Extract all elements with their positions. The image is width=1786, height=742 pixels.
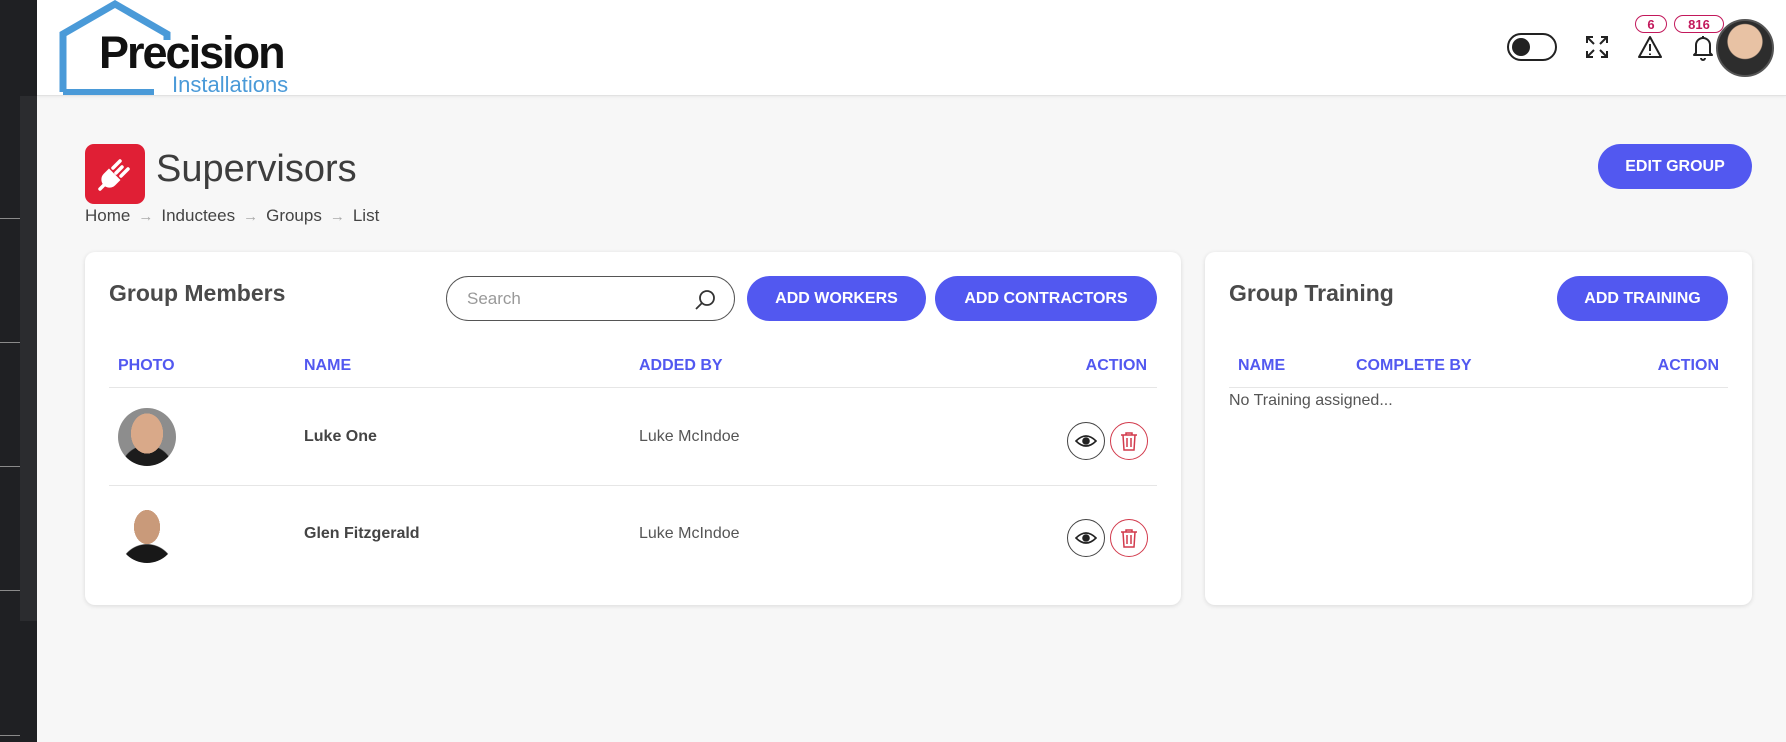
sidebar-divider: [0, 735, 20, 736]
breadcrumb-inductees[interactable]: Inductees: [161, 206, 235, 226]
delete-member-button[interactable]: [1110, 422, 1148, 460]
group-members-title: Group Members: [109, 280, 286, 306]
group-training-title: Group Training: [1229, 280, 1394, 306]
logo-subtitle: Installations: [172, 72, 289, 97]
edit-group-button[interactable]: EDIT GROUP: [1598, 144, 1752, 189]
search-icon[interactable]: [694, 289, 716, 311]
sidebar-divider: [0, 342, 20, 343]
member-name: Luke One: [304, 428, 377, 445]
sidebar: [0, 0, 37, 742]
logo[interactable]: Precision Installations: [59, 0, 289, 96]
member-name: Glen Fitzgerald: [304, 525, 420, 542]
add-training-button[interactable]: ADD TRAINING: [1557, 276, 1728, 321]
sidebar-divider: [0, 466, 20, 467]
add-workers-button[interactable]: ADD WORKERS: [747, 276, 926, 321]
table-row: Luke One Luke McIndoe: [109, 388, 1157, 485]
top-bar: Precision Installations 6 816: [37, 0, 1786, 96]
page-title: Supervisors: [156, 148, 357, 190]
column-header-action[interactable]: ACTION: [1086, 357, 1147, 375]
column-header-action[interactable]: ACTION: [1658, 357, 1719, 375]
member-photo: [118, 505, 176, 563]
sidebar-panel: [20, 96, 37, 621]
member-photo: [118, 408, 176, 466]
toggle-knob: [1512, 38, 1530, 56]
column-header-complete-by[interactable]: COMPLETE BY: [1356, 357, 1472, 375]
arrow-right-icon: →: [329, 207, 345, 225]
notifications-badge: 816: [1674, 15, 1724, 33]
delete-member-button[interactable]: [1110, 519, 1148, 557]
column-header-photo[interactable]: PHOTO: [118, 357, 175, 375]
arrow-right-icon: →: [138, 207, 154, 225]
warning-icon[interactable]: [1635, 32, 1665, 62]
header-divider: [1229, 387, 1728, 388]
view-member-button[interactable]: [1067, 422, 1105, 460]
trash-icon: [1121, 432, 1137, 451]
column-header-name[interactable]: NAME: [1238, 357, 1285, 375]
expand-icon[interactable]: [1582, 32, 1612, 62]
theme-toggle[interactable]: [1507, 33, 1557, 61]
trash-icon: [1121, 529, 1137, 548]
breadcrumb-list[interactable]: List: [353, 206, 379, 226]
alerts-badge: 6: [1635, 15, 1667, 33]
sidebar-divider: [0, 590, 20, 591]
search-input[interactable]: [467, 289, 687, 309]
arrow-right-icon: →: [243, 207, 259, 225]
group-members-card: Group Members ADD WORKERS ADD CONTRACTOR…: [85, 252, 1181, 605]
add-contractors-button[interactable]: ADD CONTRACTORS: [935, 276, 1157, 321]
member-added-by: Luke McIndoe: [639, 525, 740, 542]
breadcrumb: Home → Inductees → Groups → List: [85, 206, 379, 226]
eye-icon: [1075, 435, 1097, 447]
member-added-by: Luke McIndoe: [639, 428, 740, 445]
plug-icon: [85, 144, 145, 204]
search-box[interactable]: [446, 276, 735, 321]
breadcrumb-groups[interactable]: Groups: [266, 206, 322, 226]
eye-icon: [1075, 532, 1097, 544]
table-row: Glen Fitzgerald Luke McIndoe: [109, 485, 1157, 582]
view-member-button[interactable]: [1067, 519, 1105, 557]
logo-word: Precision: [99, 27, 286, 78]
header-actions: 6 816: [1386, 0, 1786, 96]
sidebar-divider: [0, 218, 20, 219]
group-training-card: Group Training ADD TRAINING NAME COMPLET…: [1205, 252, 1752, 605]
column-header-added-by[interactable]: ADDED BY: [639, 357, 723, 375]
empty-training-message: No Training assigned...: [1229, 392, 1393, 409]
user-avatar[interactable]: [1716, 19, 1774, 77]
column-header-name[interactable]: NAME: [304, 357, 351, 375]
breadcrumb-home[interactable]: Home: [85, 206, 130, 226]
bell-icon[interactable]: [1688, 32, 1718, 62]
